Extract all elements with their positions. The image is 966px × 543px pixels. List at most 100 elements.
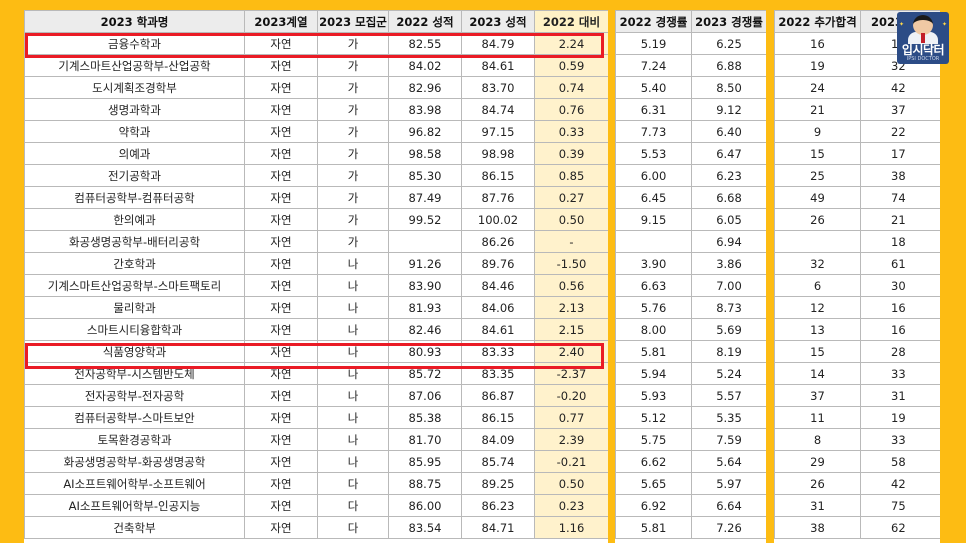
cell-add-2022[interactable]: 37 [774,384,861,407]
cell-track[interactable]: 자연 [244,142,318,165]
cell-comp-2023[interactable]: 8.73 [691,296,766,319]
cell-add-2022[interactable]: 21 [774,98,861,121]
col-header-score-2023[interactable]: 2023 성적 [461,10,535,33]
cell-comp-2022[interactable]: 6.31 [615,98,692,121]
cell-group[interactable]: 나 [317,362,389,385]
cell-add-2023[interactable]: 75 [860,494,940,517]
cell-add-2023[interactable]: 28 [860,340,940,363]
cell-add-2022[interactable]: 31 [774,494,861,517]
cell-comp-2023[interactable]: 8.50 [691,76,766,99]
cell-comp-2023[interactable]: 7.26 [691,516,766,539]
cell-diff[interactable]: 2.13 [534,296,608,319]
cell-dept[interactable]: 생명과학과 [24,98,245,121]
cell-group[interactable]: 가 [317,76,389,99]
cell-add-2022[interactable]: 25 [774,164,861,187]
cell-score-2022[interactable]: 83.98 [388,98,462,121]
cell-dept[interactable]: 토목환경공학과 [24,428,245,451]
cell-dept[interactable]: AI소프트웨어학부-인공지능 [24,494,245,517]
cell-comp-2022[interactable]: 5.76 [615,296,692,319]
cell-dept[interactable]: 건축학부 [24,516,245,539]
cell-dept[interactable]: 컴퓨터공학부-스마트보안 [24,406,245,429]
cell-track[interactable]: 자연 [244,98,318,121]
cell-score-2023[interactable]: 86.26 [461,230,535,253]
cell-add-2023[interactable]: 18 [860,230,940,253]
cell-score-2023[interactable]: 98.98 [461,142,535,165]
cell-score-2022[interactable] [388,230,462,253]
cell-comp-2022[interactable]: 3.90 [615,252,692,275]
cell-comp-2023[interactable]: 3.86 [691,252,766,275]
cell-group[interactable]: 나 [317,274,389,297]
cell-group[interactable]: 가 [317,32,389,55]
cell-add-2023[interactable]: 58 [860,450,940,473]
cell-add-2022[interactable]: 32 [774,252,861,275]
cell-comp-2022[interactable]: 7.24 [615,54,692,77]
cell-add-2022[interactable] [774,230,861,253]
cell-score-2022[interactable]: 86.00 [388,494,462,517]
cell-diff[interactable]: -0.21 [534,450,608,473]
cell-track[interactable]: 자연 [244,340,318,363]
cell-diff[interactable]: 0.33 [534,120,608,143]
cell-diff[interactable]: 0.76 [534,98,608,121]
cell-score-2023[interactable]: 84.46 [461,274,535,297]
cell-comp-2022[interactable]: 5.12 [615,406,692,429]
cell-comp-2023[interactable]: 5.97 [691,472,766,495]
cell-diff[interactable]: 2.39 [534,428,608,451]
cell-dept[interactable]: 화공생명공학부-화공생명공학 [24,450,245,473]
cell-add-2023[interactable]: 74 [860,186,940,209]
cell-score-2023[interactable]: 87.76 [461,186,535,209]
cell-add-2023[interactable]: 62 [860,516,940,539]
cell-score-2023[interactable]: 86.15 [461,164,535,187]
cell-score-2023[interactable]: 86.87 [461,384,535,407]
cell-track[interactable]: 자연 [244,54,318,77]
cell-add-2023[interactable]: 17 [860,142,940,165]
cell-track[interactable]: 자연 [244,494,318,517]
cell-score-2023[interactable]: 86.15 [461,406,535,429]
cell-add-2022[interactable]: 11 [774,406,861,429]
cell-group[interactable]: 다 [317,472,389,495]
cell-comp-2022[interactable]: 5.81 [615,340,692,363]
cell-score-2022[interactable]: 84.02 [388,54,462,77]
cell-track[interactable]: 자연 [244,296,318,319]
cell-comp-2023[interactable]: 5.24 [691,362,766,385]
col-header-dept[interactable]: 2023 학과명 [24,10,245,33]
cell-diff[interactable]: -2.37 [534,362,608,385]
cell-track[interactable]: 자연 [244,252,318,275]
cell-add-2023[interactable]: 37 [860,98,940,121]
cell-add-2023[interactable]: 42 [860,76,940,99]
cell-comp-2022[interactable]: 5.93 [615,384,692,407]
cell-add-2023[interactable]: 61 [860,252,940,275]
cell-score-2023[interactable]: 86.23 [461,494,535,517]
cell-comp-2023[interactable]: 6.94 [691,230,766,253]
cell-score-2022[interactable]: 96.82 [388,120,462,143]
cell-dept[interactable]: 한의예과 [24,208,245,231]
cell-track[interactable]: 자연 [244,516,318,539]
cell-diff[interactable]: 0.85 [534,164,608,187]
cell-comp-2023[interactable]: 5.64 [691,450,766,473]
cell-add-2023[interactable]: 42 [860,472,940,495]
cell-comp-2022[interactable]: 5.65 [615,472,692,495]
cell-comp-2022[interactable]: 6.00 [615,164,692,187]
cell-group[interactable]: 가 [317,98,389,121]
cell-dept[interactable]: 전자공학부-전자공학 [24,384,245,407]
cell-add-2022[interactable]: 8 [774,428,861,451]
cell-track[interactable]: 자연 [244,230,318,253]
cell-diff[interactable]: 0.59 [534,54,608,77]
cell-group[interactable]: 가 [317,54,389,77]
cell-comp-2023[interactable]: 7.59 [691,428,766,451]
cell-dept[interactable]: 의예과 [24,142,245,165]
cell-comp-2023[interactable]: 6.23 [691,164,766,187]
cell-score-2023[interactable]: 84.79 [461,32,535,55]
cell-add-2022[interactable]: 29 [774,450,861,473]
cell-add-2022[interactable]: 26 [774,208,861,231]
cell-group[interactable]: 나 [317,340,389,363]
cell-add-2023[interactable]: 38 [860,164,940,187]
cell-diff[interactable]: 2.24 [534,32,608,55]
cell-group[interactable]: 나 [317,384,389,407]
cell-comp-2023[interactable]: 6.64 [691,494,766,517]
cell-dept[interactable]: 기계스마트산업공학부-산업공학 [24,54,245,77]
cell-dept[interactable]: 도시계획조경학부 [24,76,245,99]
cell-score-2023[interactable]: 84.06 [461,296,535,319]
cell-diff[interactable]: 0.50 [534,208,608,231]
cell-group[interactable]: 나 [317,318,389,341]
cell-group[interactable]: 가 [317,120,389,143]
